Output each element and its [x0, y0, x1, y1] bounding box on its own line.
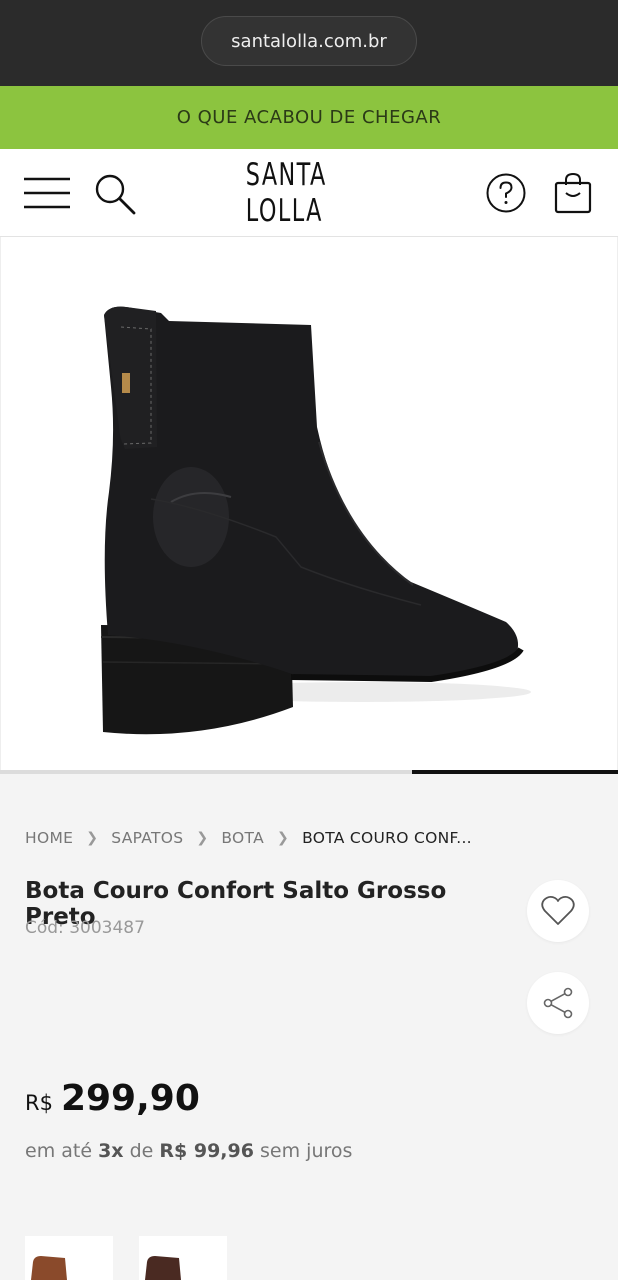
cart-button[interactable] [550, 169, 596, 217]
breadcrumb-bota[interactable]: BOTA [221, 829, 264, 847]
hamburger-icon [24, 177, 70, 209]
color-variant-dark-brown[interactable] [139, 1236, 227, 1280]
carousel-active-indicator [412, 770, 618, 774]
shopping-bag-icon [554, 172, 592, 214]
site-logo[interactable]: SANTA LOLLA [246, 157, 368, 229]
help-button[interactable] [484, 171, 528, 215]
browser-address-bar: santalolla.com.br [0, 0, 618, 86]
carousel-progress[interactable] [0, 770, 618, 774]
breadcrumb-sapatos[interactable]: SAPATOS [111, 829, 183, 847]
installments-suffix: sem juros [260, 1140, 353, 1162]
installments-count: 3x [98, 1140, 124, 1162]
breadcrumb-current: BOTA COURO CONF... [302, 829, 472, 847]
url-field[interactable]: santalolla.com.br [201, 16, 417, 66]
menu-button[interactable] [20, 173, 74, 213]
share-button[interactable] [527, 972, 589, 1034]
installments-amount: R$ 99,96 [159, 1140, 254, 1162]
product-image[interactable] [0, 237, 618, 770]
boot-image [100, 306, 531, 735]
color-variant-brown[interactable] [25, 1236, 113, 1280]
question-circle-icon [486, 173, 526, 213]
breadcrumb-home[interactable]: HOME [25, 829, 73, 847]
favorite-button[interactable] [527, 880, 589, 942]
chevron-right-icon: ❯ [277, 830, 290, 846]
chevron-right-icon: ❯ [196, 830, 209, 846]
price-value: 299,90 [60, 1078, 200, 1119]
installments-info: em até 3x de R$ 99,96 sem juros [25, 1140, 352, 1162]
installments-middle: de [129, 1140, 154, 1162]
boot-thumbnail [145, 1256, 181, 1280]
boot-thumbnail [31, 1256, 67, 1280]
site-header: SANTA LOLLA [0, 149, 618, 237]
product-code: Cód: 3003487 [25, 918, 145, 938]
heart-icon [541, 895, 575, 925]
installments-prefix: em até [25, 1140, 93, 1162]
search-icon [95, 174, 136, 215]
chevron-right-icon: ❯ [86, 830, 99, 846]
search-button[interactable] [92, 171, 138, 217]
breadcrumb: HOME ❯ SAPATOS ❯ BOTA ❯ BOTA COURO CONF.… [25, 826, 472, 850]
product-price: R$ 299,90 [25, 1078, 200, 1119]
share-icon [543, 987, 573, 1019]
promo-banner[interactable]: O QUE ACABOU DE CHEGAR [0, 86, 618, 149]
price-currency: R$ [25, 1091, 53, 1115]
